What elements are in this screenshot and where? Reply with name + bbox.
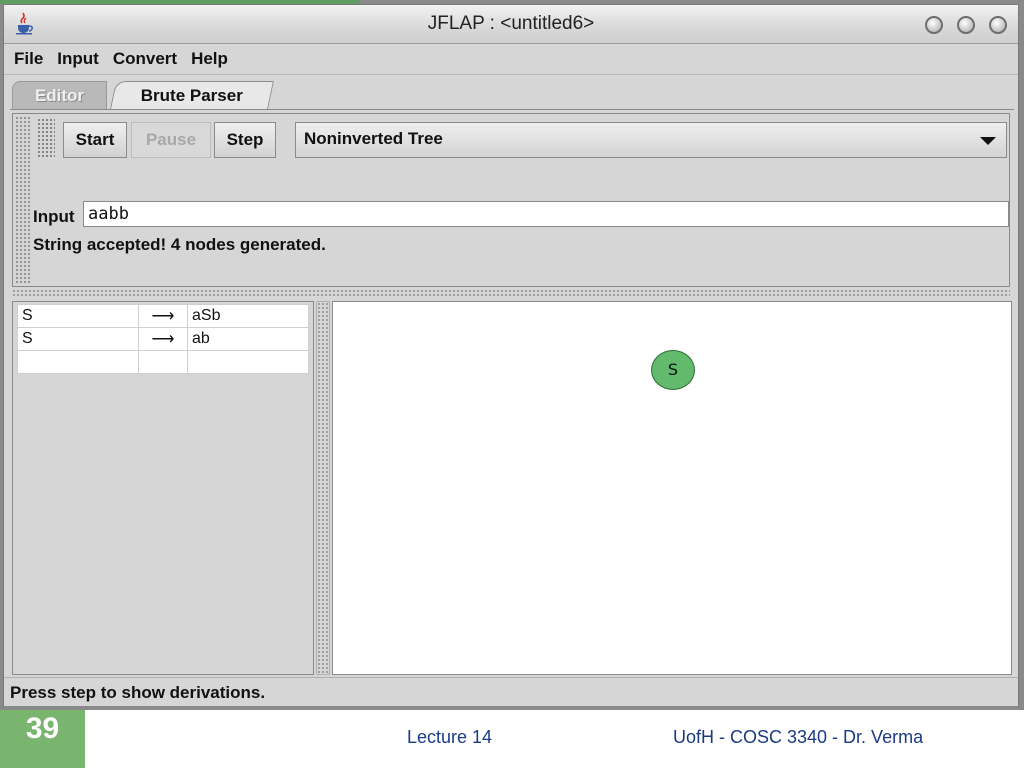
window-title: JFLAP : <untitled6> <box>427 13 595 34</box>
vertical-splitter[interactable] <box>316 301 330 675</box>
grammar-table: S ⟶ aSb S ⟶ ab <box>17 304 309 374</box>
tree-view-select[interactable]: Noninverted Tree <box>295 122 1007 158</box>
tree-view-select-value: Noninverted Tree <box>304 129 443 148</box>
table-row[interactable]: S ⟶ ab <box>17 327 309 351</box>
grammar-arrow-cell <box>138 350 188 374</box>
table-row[interactable] <box>17 350 309 374</box>
slide-number: 39 <box>0 710 85 768</box>
maximize-button[interactable] <box>957 16 975 34</box>
step-button[interactable]: Step <box>214 122 276 158</box>
parse-tree-canvas[interactable]: S <box>332 301 1012 675</box>
menu-file[interactable]: File <box>14 49 43 69</box>
table-row[interactable]: S ⟶ aSb <box>17 304 309 328</box>
start-button[interactable]: Start <box>63 122 127 158</box>
chevron-down-icon[interactable] <box>980 137 996 145</box>
tab-divider <box>10 109 1014 110</box>
grammar-arrow-cell: ⟶ <box>138 304 188 328</box>
horizontal-splitter[interactable] <box>12 289 1010 298</box>
grammar-arrow-cell: ⟶ <box>138 327 188 351</box>
menu-help[interactable]: Help <box>191 49 228 69</box>
minimize-button[interactable] <box>925 16 943 34</box>
title-bar[interactable]: JFLAP : <untitled6> <box>4 5 1018 44</box>
jflap-window: JFLAP : <untitled6> File Input Convert Help… <box>3 4 1019 706</box>
parse-status-message: String accepted! 4 nodes generated. <box>33 235 326 254</box>
grammar-rhs-cell[interactable]: ab <box>187 327 309 351</box>
toolbar-grip[interactable] <box>37 118 55 158</box>
grammar-lhs-cell[interactable]: S <box>17 304 139 328</box>
status-bar: Press step to show derivations. <box>4 677 1018 706</box>
input-label: Input <box>33 207 75 226</box>
tab-editor-label: Editor <box>34 86 85 105</box>
tree-node[interactable]: S <box>651 350 695 390</box>
close-button[interactable] <box>989 16 1007 34</box>
footer-lecture: Lecture 14 <box>407 727 493 747</box>
tab-editor[interactable]: Editor <box>12 81 107 109</box>
status-bar-text: Press step to show derivations. <box>10 683 266 702</box>
menu-convert[interactable]: Convert <box>113 49 177 69</box>
grammar-lhs-cell[interactable]: S <box>17 327 139 351</box>
pause-button[interactable]: Pause <box>131 122 211 158</box>
grammar-lhs-cell[interactable] <box>17 350 139 374</box>
parser-controls-panel: Start Pause Step Noninverted Tree Input … <box>12 113 1010 287</box>
grammar-rhs-cell[interactable]: aSb <box>187 304 309 328</box>
menu-input[interactable]: Input <box>57 49 99 69</box>
tab-brute-parser[interactable]: Brute Parser <box>110 81 274 109</box>
input-field[interactable]: aabb <box>83 201 1009 227</box>
menu-bar: File Input Convert Help <box>4 44 1018 75</box>
footer-course: UofH - COSC 3340 - Dr. Verma <box>673 727 924 747</box>
tab-brute-parser-label: Brute Parser <box>140 86 243 105</box>
panel-grip[interactable] <box>15 116 31 284</box>
grammar-rhs-cell[interactable] <box>187 350 309 374</box>
grammar-pane: S ⟶ aSb S ⟶ ab <box>12 301 314 675</box>
